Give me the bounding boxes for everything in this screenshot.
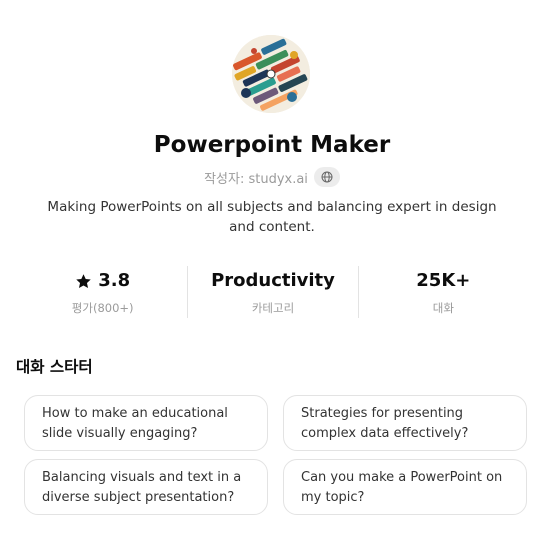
category-value: Productivity — [211, 270, 335, 291]
starter-button[interactable]: Balancing visuals and text in a diverse … — [24, 459, 268, 515]
gpt-avatar — [232, 35, 310, 113]
star-icon — [76, 273, 91, 288]
author-row: 작성자: studyx.ai — [0, 166, 544, 188]
category-label: 카테고리 — [251, 301, 295, 315]
gpt-title: Powerpoint Maker — [153, 132, 391, 158]
stat-conversations: 25K+ 대화 — [357, 266, 528, 318]
rating-label: 평가(800+) — [71, 301, 134, 315]
globe-icon — [321, 171, 333, 183]
gpt-description: Making PowerPoints on all subjects and b… — [47, 199, 497, 235]
conversations-value: 25K+ — [416, 270, 471, 291]
starter-button[interactable]: Can you make a PowerPoint on my topic? — [283, 459, 527, 515]
starter-button[interactable]: How to make an educational slide visuall… — [24, 395, 268, 451]
conversations-label: 대화 — [432, 301, 454, 315]
stat-category: Productivity 카테고리 — [187, 266, 357, 318]
author-label: 작성자: studyx.ai — [204, 171, 308, 187]
starter-button[interactable]: Strategies for presenting complex data e… — [283, 395, 527, 451]
rating-value-row: 3.8 — [18, 266, 187, 296]
website-link[interactable] — [313, 167, 340, 187]
stat-rating: 3.8 평가(800+) — [18, 266, 187, 318]
rating-value: 3.8 — [98, 270, 131, 291]
starters-heading: 대화 스타터 — [16, 358, 93, 376]
stats-row: 3.8 평가(800+) Productivity 카테고리 25K+ 대화 — [18, 266, 528, 318]
